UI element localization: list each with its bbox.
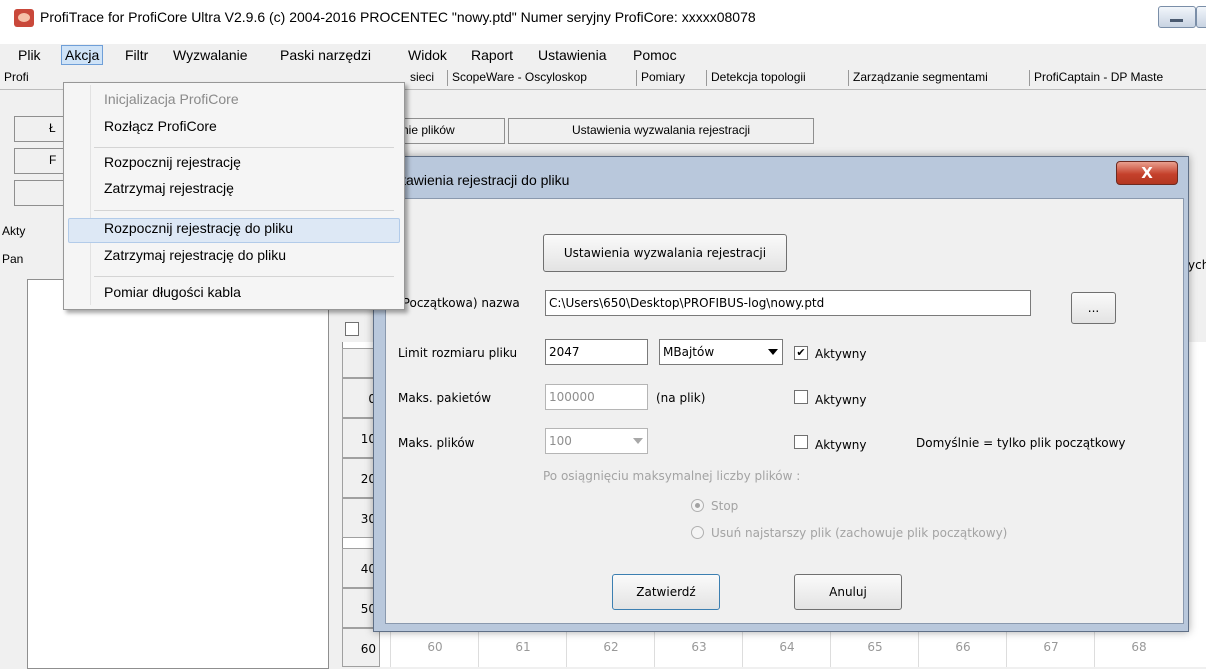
menu-separator <box>94 147 394 148</box>
radio-stop-label: Stop <box>711 499 739 513</box>
file-name-field[interactable]: C:\Users\650\Desktop\PROFIBUS-log\nowy.p… <box>545 290 1031 316</box>
grid-cell: 66 <box>918 628 1007 667</box>
size-unit-value: MBajtów <box>663 345 715 359</box>
files-active-checkbox[interactable] <box>794 435 808 449</box>
bg-button-l-label: Ł <box>49 121 56 135</box>
bg-button-f-label: F <box>49 153 57 167</box>
tab-profi[interactable]: Profi <box>4 70 29 84</box>
size-limit-field[interactable]: 2047 <box>545 339 648 365</box>
maximize-button[interactable] <box>1196 6 1206 28</box>
app-icon <box>14 9 34 27</box>
max-files-label: Maks. plików <box>398 436 475 450</box>
grid-cell: 64 <box>742 628 831 667</box>
menu-paski-narzedzi[interactable]: Paski narzędzi <box>280 47 371 63</box>
menu-akcja[interactable]: Akcja <box>61 45 104 65</box>
bg-button-pliki[interactable]: nie plików <box>395 118 505 144</box>
max-files-value: 100 <box>549 434 572 448</box>
after-max-label: Po osiągnięciu maksymalnej liczby plików… <box>543 469 801 483</box>
per-file-label: (na plik) <box>656 391 706 405</box>
tab-separator <box>848 70 849 86</box>
grid-cell: 61 <box>478 628 567 667</box>
packets-active-label: Aktywny <box>815 393 867 407</box>
radio-delete-oldest-label: Usuń najstarszy plik (zachowuje plik poc… <box>711 526 1008 540</box>
size-limit-label: Limit rozmiaru pliku <box>398 346 518 360</box>
menu-wyzwalanie[interactable]: Wyzwalanie <box>173 47 248 63</box>
radio-stop[interactable] <box>691 499 704 512</box>
name-label: (Początkowa) nazwa <box>398 296 520 310</box>
menu-item-rozpocznij-rejestracje[interactable]: Rozpocznij rejestrację <box>104 154 241 170</box>
menu-item-rozlacz[interactable]: Rozłącz ProfiCore <box>104 118 217 134</box>
grid-cell: 62 <box>566 628 655 667</box>
row-header: 60 <box>342 628 380 667</box>
menu-icon-column <box>90 85 91 305</box>
max-files-select[interactable]: 100 <box>545 428 648 454</box>
size-active-label: Aktywny <box>815 347 867 361</box>
browse-button[interactable]: ... <box>1071 292 1116 324</box>
grid-cell: 63 <box>654 628 743 667</box>
tab-zarzadzanie-segmentami[interactable]: Zarządzanie segmentami <box>853 70 988 84</box>
menu-ustawienia[interactable]: Ustawienia <box>538 47 606 63</box>
close-button[interactable]: X <box>1116 161 1178 185</box>
minimize-button[interactable] <box>1158 6 1196 28</box>
menu-item-zatrzymaj-rejestracje[interactable]: Zatrzymaj rejestrację <box>104 180 234 196</box>
menu-pomoc[interactable]: Pomoc <box>633 47 677 63</box>
menu-bar: Plik Akcja Filtr Wyzwalanie Paski narzęd… <box>0 44 1206 67</box>
size-active-checkbox[interactable]: ✔ <box>794 346 808 360</box>
grid-cell: 60 <box>390 628 479 667</box>
menu-raport[interactable]: Raport <box>471 47 513 63</box>
panel-label: Pan <box>2 252 24 266</box>
files-active-label: Aktywny <box>815 438 867 452</box>
bg-checkbox[interactable] <box>345 322 359 336</box>
size-unit-select[interactable]: MBajtów <box>659 339 783 365</box>
menu-item-rozpocznij-rejestracje-do-pliku[interactable]: Rozpocznij rejestrację do pliku <box>104 220 293 236</box>
tab-pomiary[interactable]: Pomiary <box>641 70 685 84</box>
grid-cell: 67 <box>1006 628 1095 667</box>
radio-delete-oldest[interactable] <box>691 526 704 539</box>
akcja-dropdown-menu: Inicjalizacja ProfiCore Rozłącz ProfiCor… <box>63 82 405 310</box>
max-packets-label: Maks. pakietów <box>398 391 492 405</box>
menu-item-inicjalizacja[interactable]: Inicjalizacja ProfiCore <box>104 91 239 107</box>
menu-separator <box>94 210 394 211</box>
packets-active-checkbox[interactable] <box>794 390 808 404</box>
grid-cell: 65 <box>830 628 919 667</box>
tab-detekcja-topologii[interactable]: Detekcja topologii <box>711 70 806 84</box>
aktywne-label: Akty <box>2 224 26 238</box>
grid-cell: 68 <box>1094 628 1183 667</box>
default-note: Domyślnie = tylko plik początkowy <box>916 436 1126 450</box>
chevron-down-icon <box>768 349 778 355</box>
title-bar: ProfiTrace for ProfiCore Ultra V2.9.6 (c… <box>0 0 1206 44</box>
left-list-panel[interactable] <box>27 279 329 669</box>
bg-button-pliki-label: nie plików <box>402 123 455 137</box>
bg-button-trigger-label: Ustawienia wyzwalania rejestracji <box>571 123 751 137</box>
menu-filtr[interactable]: Filtr <box>125 47 148 63</box>
bg-button-trigger[interactable]: Ustawienia wyzwalania rejestracji <box>508 118 814 144</box>
tab-separator <box>447 70 448 86</box>
tab-separator <box>1029 70 1030 86</box>
tab-sieci[interactable]: sieci <box>410 70 434 84</box>
tab-proficaptain[interactable]: ProfiCaptain - DP Maste <box>1034 70 1163 84</box>
chevron-down-icon <box>633 438 643 444</box>
dialog-title: Ustawienia rejestracji do pliku <box>385 172 570 188</box>
menu-item-pomiar-dlugosci-kabla[interactable]: Pomiar długości kabla <box>104 284 241 300</box>
menu-item-zatrzymaj-rejestracje-do-pliku[interactable]: Zatrzymaj rejestrację do pliku <box>104 247 286 263</box>
cut-off-label: ych <box>1188 258 1206 272</box>
tab-scopeware[interactable]: ScopeWare - Oscyloskop <box>452 70 587 84</box>
cancel-button[interactable]: Anuluj <box>794 574 902 610</box>
menu-widok[interactable]: Widok <box>408 47 447 63</box>
tab-separator <box>636 70 637 86</box>
confirm-button[interactable]: Zatwierdź <box>612 574 720 610</box>
menu-plik[interactable]: Plik <box>18 47 41 63</box>
max-packets-field[interactable]: 100000 <box>545 384 648 410</box>
window-title: ProfiTrace for ProfiCore Ultra V2.9.6 (c… <box>40 9 756 25</box>
tab-separator <box>706 70 707 86</box>
trigger-settings-button[interactable]: Ustawienia wyzwalania rejestracji <box>543 234 787 272</box>
menu-separator <box>94 276 394 277</box>
